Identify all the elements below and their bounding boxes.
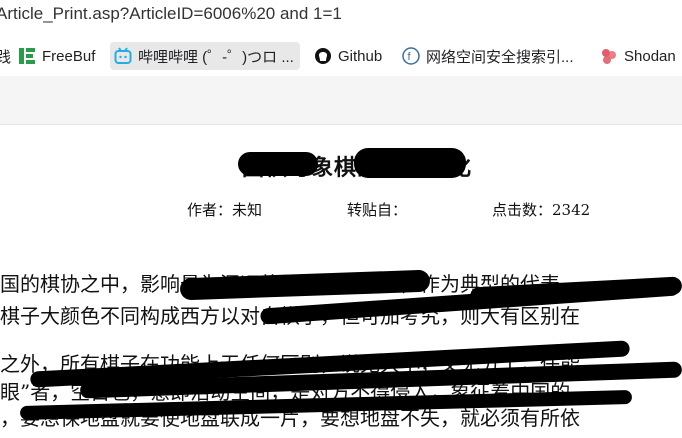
click-count: 点击数：2342 — [492, 201, 591, 219]
svg-text:f: f — [408, 51, 412, 63]
url-text[interactable]: Article_Print.asp?ArticleID=6006%20 and … — [0, 0, 342, 28]
bookmark-github[interactable]: Github — [314, 42, 382, 70]
freebuf-icon — [18, 47, 36, 65]
bookmark-label: 践 — [0, 48, 12, 66]
bookmark-label: 网络空间安全搜索引... — [426, 48, 574, 66]
shodan-icon — [600, 47, 618, 65]
bookmark-label: FreeBuf — [42, 47, 96, 65]
bookmark-label: Github — [338, 47, 383, 65]
bookmarks-bar: 践 FreeBuf 哔哩哔哩 (゜-゜)つロ ... Github f 网络空间… — [0, 38, 682, 74]
redaction-mark — [354, 148, 466, 178]
bookmark-label: Shodan — [624, 47, 676, 65]
redaction-mark — [238, 152, 318, 176]
bookmark-bilibili[interactable]: 哔哩哔哩 (゜-゜)つロ ... — [110, 42, 300, 70]
bookmark-freebuf[interactable]: FreeBuf — [18, 42, 95, 70]
github-icon — [314, 47, 332, 65]
bookmark-shodan[interactable]: Shodan — [600, 42, 676, 70]
author-label: 作者：未知 — [187, 201, 263, 219]
bilibili-icon — [114, 47, 132, 65]
bookmark-fofa[interactable]: f 网络空间安全搜索引... — [402, 42, 574, 70]
page-header-band — [0, 76, 682, 125]
source-label: 转贴自： — [347, 201, 408, 219]
address-bar[interactable]: Article_Print.asp?ArticleID=6006%20 and … — [0, 0, 682, 30]
fofa-icon: f — [402, 47, 420, 65]
bookmark-label: 哔哩哔哩 (゜-゜)つロ ... — [138, 48, 294, 66]
bookmark-partial[interactable]: 践 — [0, 42, 11, 70]
